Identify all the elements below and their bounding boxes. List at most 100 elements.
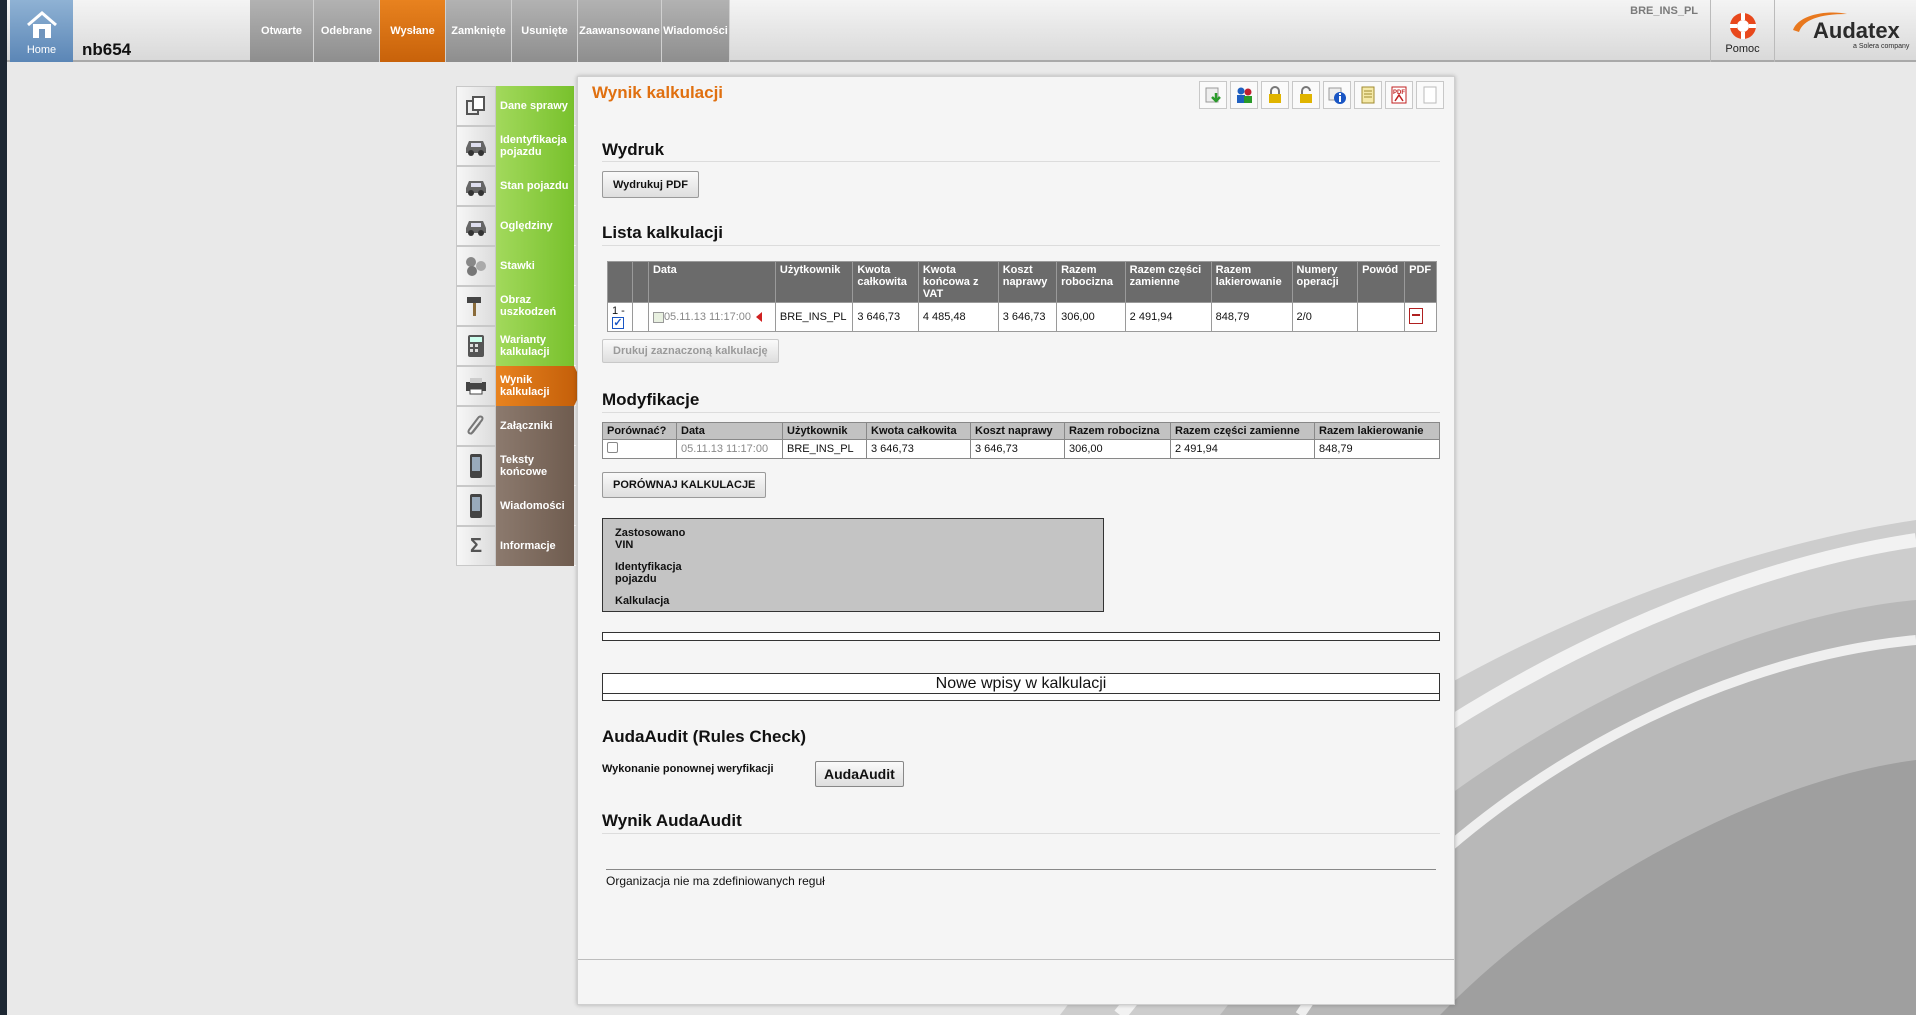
- column-header: Razem robocizna: [1064, 422, 1171, 440]
- phone-icon: [456, 486, 496, 526]
- sidebar-item-wiadomosci[interactable]: Wiadomości: [456, 486, 576, 526]
- sidebar-item-label: Warianty kalkulacji: [496, 326, 574, 366]
- svg-text:Audatex: Audatex: [1813, 18, 1901, 43]
- column-header: Powód: [1357, 261, 1406, 303]
- sidebar-item-stan-pojazdu[interactable]: Stan pojazdu: [456, 166, 576, 206]
- reason-cell: [1357, 302, 1406, 332]
- audaaudit-button[interactable]: AudaAudit: [815, 761, 904, 787]
- car-icon: [456, 166, 496, 206]
- labour-cell: 306,00: [1064, 439, 1171, 459]
- divider: [602, 833, 1440, 834]
- row-index: 1 - ✓: [607, 302, 633, 332]
- sidebar-item-informacje[interactable]: Σ Informacje: [456, 526, 576, 566]
- user-cell: BRE_INS_PL: [774, 302, 854, 332]
- paint-cell: 848,79: [1210, 302, 1293, 332]
- sidebar-item-label: Wiadomości: [496, 486, 574, 526]
- column-header: Razem robocizna: [1056, 261, 1126, 303]
- sidebar-item-label: Stan pojazdu: [496, 166, 574, 206]
- house-icon: [26, 11, 57, 38]
- unlock-icon[interactable]: [1292, 81, 1320, 109]
- users-icon[interactable]: [1230, 81, 1258, 109]
- column-header: Kwota końcowa z VAT: [917, 261, 999, 303]
- no-rules-message: Organizacja nie ma zdefiniowanych reguł: [606, 874, 825, 888]
- sidebar-item-label: Oględziny: [496, 206, 574, 246]
- current-user: BRE_INS_PL: [1630, 5, 1698, 17]
- divider: [606, 869, 1436, 870]
- sidebar-item-label: Wynik kalkulacji: [496, 366, 574, 406]
- tab-otwarte[interactable]: Otwarte: [250, 0, 314, 62]
- tab-wiadomosci[interactable]: Wiadomości: [662, 0, 730, 62]
- tab-wyslane[interactable]: Wysłane: [380, 0, 446, 62]
- download-icon[interactable]: [1199, 81, 1227, 109]
- section-wynik-audaaudit: Wynik AudaAudit: [602, 811, 742, 830]
- tab-zamkniete[interactable]: Zamknięte: [446, 0, 512, 62]
- info-icon[interactable]: [1323, 81, 1351, 109]
- sidebar-item-ogledziny[interactable]: Oględziny: [456, 206, 576, 246]
- divider: [602, 245, 1440, 246]
- column-header: [607, 261, 633, 303]
- pdf-file-icon[interactable]: [1409, 307, 1424, 324]
- pdf-cell: [1404, 302, 1437, 332]
- column-header: PDF: [1404, 261, 1437, 303]
- table-row: 05.11.13 11:17:00 BRE_INS_PL 3 646,73 3 …: [602, 439, 1440, 459]
- column-header: Koszt naprawy: [970, 422, 1065, 440]
- sidebar-item-identyfikacja-pojazdu[interactable]: Identyfikacja pojazdu: [456, 126, 576, 166]
- spacer-cell: [631, 302, 649, 332]
- hammer-icon: [456, 286, 496, 326]
- reverify-label: Wykonanie ponownej weryfikacji: [602, 763, 774, 775]
- divider: [602, 161, 1440, 162]
- case-id: nb654: [82, 40, 132, 59]
- document-icon[interactable]: [1354, 81, 1382, 109]
- compare-checkbox[interactable]: [607, 442, 618, 453]
- home-button[interactable]: Home: [10, 0, 73, 62]
- empty-bar: [602, 632, 1440, 641]
- date-cell: 05.11.13 11:17:00: [647, 302, 776, 332]
- repair-cell: 3 646,73: [970, 439, 1065, 459]
- labour-cell: 306,00: [1056, 302, 1126, 332]
- table-header-row: Porównać? Data Użytkownik Kwota całkowit…: [602, 422, 1440, 440]
- phone-icon: [456, 446, 496, 486]
- section-audaaudit: AudaAudit (Rules Check): [602, 727, 807, 746]
- column-header: Kwota całkowita: [866, 422, 971, 440]
- triangle-left-icon[interactable]: [756, 312, 763, 323]
- edit-icon[interactable]: [652, 311, 664, 323]
- print-pdf-button[interactable]: Wydrukuj PDF: [602, 171, 699, 198]
- total-cell: 3 646,73: [852, 302, 919, 332]
- sidebar-item-label: Teksty końcowe: [496, 446, 574, 486]
- column-header: Razem lakierowanie: [1314, 422, 1440, 440]
- sidebar-item-wynik-kalkulacji[interactable]: Wynik kalkulacji: [456, 366, 584, 406]
- lifebuoy-icon: [1729, 13, 1756, 39]
- checkbox-checked[interactable]: ✓: [612, 317, 624, 329]
- compare-cell: [602, 439, 677, 459]
- lock-icon[interactable]: [1261, 81, 1289, 109]
- table-header-row: Data Użytkownik Kwota całkowita Kwota ko…: [607, 261, 1437, 303]
- divider: [602, 412, 1440, 413]
- blank-page-icon[interactable]: [1416, 81, 1444, 109]
- main-panel: Wynik kalkulacji PDF Wydruk Wydrukuj PDF…: [577, 76, 1455, 1005]
- tab-zaawansowane[interactable]: Zaawansowane: [578, 0, 662, 62]
- sidebar-item-label: Dane sprawy: [496, 86, 574, 126]
- info-identification: Identyfikacja pojazdu: [615, 561, 682, 585]
- print-selected-button[interactable]: Drukuj zaznaczoną kalkulację: [602, 339, 779, 363]
- sidebar-item-obraz-uszkodzen[interactable]: Obraz uszkodzeń: [456, 286, 576, 326]
- column-header: Użytkownik: [782, 422, 867, 440]
- sidebar-item-teksty-koncowe[interactable]: Teksty końcowe: [456, 446, 576, 486]
- help-button[interactable]: Pomoc: [1710, 0, 1775, 62]
- sidebar-item-dane-sprawy[interactable]: Dane sprawy: [456, 86, 576, 126]
- sidebar-item-warianty-kalkulacji[interactable]: Warianty kalkulacji: [456, 326, 576, 366]
- tab-usuniete[interactable]: Usunięte: [512, 0, 578, 62]
- pdf-icon[interactable]: PDF: [1385, 81, 1413, 109]
- sidebar-item-zalaczniki[interactable]: Załączniki: [456, 406, 576, 446]
- tab-odebrane[interactable]: Odebrane: [314, 0, 380, 62]
- column-header: Kwota całkowita: [852, 261, 919, 303]
- top-bar: Home nb654 Otwarte Odebrane Wysłane Zamk…: [7, 0, 1916, 62]
- new-entries-box: Nowe wpisy w kalkulacji: [602, 673, 1440, 701]
- sidebar-item-label: Identyfikacja pojazdu: [496, 126, 574, 166]
- ops-cell: 2/0: [1291, 302, 1359, 332]
- page-title: Wynik kalkulacji: [592, 83, 724, 102]
- compare-calculations-button[interactable]: PORÓWNAJ KALKULACJE: [602, 472, 767, 498]
- parts-cell: 2 491,94: [1170, 439, 1315, 459]
- sidebar-item-label: Obraz uszkodzeń: [496, 286, 574, 326]
- sidebar-item-stawki[interactable]: Stawki: [456, 246, 576, 286]
- paperclip-icon: [456, 406, 496, 446]
